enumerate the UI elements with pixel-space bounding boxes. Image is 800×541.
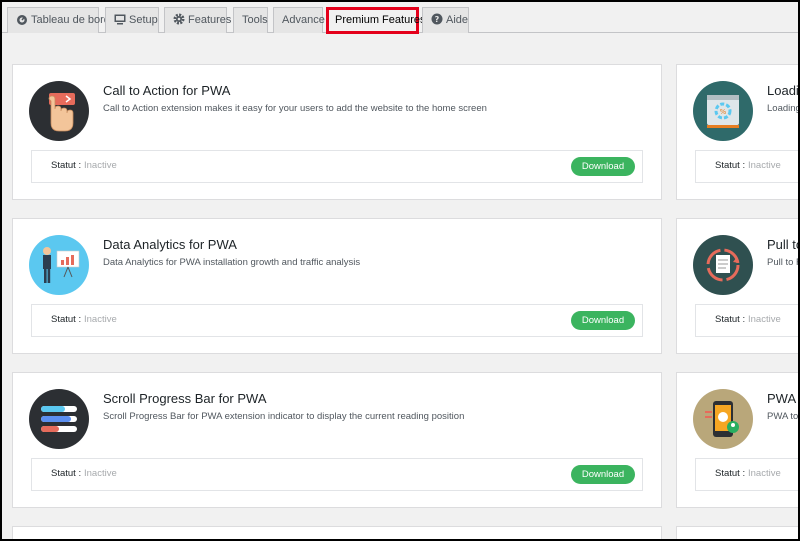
status-label: Statut : — [715, 468, 746, 479]
feature-card-partial — [676, 526, 798, 539]
feature-card-scroll-progress-bar: Scroll Progress Bar for PWA Scroll Progr… — [12, 372, 662, 508]
feature-title: Data Analytics for PWA — [103, 237, 237, 252]
question-icon: ? — [431, 13, 443, 25]
status-bar: Statut : Inactive Download — [31, 304, 643, 337]
download-button[interactable]: Download — [571, 157, 635, 176]
tab-label: Tools — [242, 14, 268, 26]
tab-setup[interactable]: Setup — [105, 7, 159, 33]
svg-text:?: ? — [435, 15, 440, 24]
feature-card-data-analytics: Data Analytics for PWA Data Analytics fo… — [12, 218, 662, 354]
feature-description: Pull to Re — [767, 257, 798, 268]
tab-tableau-de-bord[interactable]: Tableau de bord — [7, 7, 110, 33]
status-bar: Statut : Inactive — [695, 150, 798, 183]
tab-label: Aide — [446, 14, 469, 26]
feature-title: Pull to — [767, 237, 800, 252]
presentation-analytics-icon — [29, 235, 89, 295]
status-bar: Statut : Inactive — [695, 304, 798, 337]
status-label: Statut : — [51, 160, 82, 171]
feature-card-loading: % Loadin Loading Statut : Inactive — [676, 64, 800, 200]
status-label: Statut : — [715, 160, 746, 171]
tab-advance[interactable]: Advance — [273, 7, 325, 33]
feature-description: Loading — [767, 103, 800, 114]
tab-tools[interactable]: Tools — [233, 7, 268, 33]
gear-icon — [173, 13, 185, 25]
feature-card-pull-to-refresh: Pull to Pull to Re Statut : Inactive — [676, 218, 800, 354]
tab-label: Premium Features — [335, 14, 426, 26]
tab-label: Features — [188, 14, 232, 26]
tab-bar: Tableau de bord Setup Features Tools Adv… — [2, 2, 798, 34]
feature-title: Scroll Progress Bar for PWA — [103, 391, 267, 406]
feature-card-pwa-to-app: PWA t PWA to A Statut : Inactive — [676, 372, 800, 508]
feature-title: Call to Action for PWA — [103, 83, 231, 98]
tab-label: Advance — [282, 14, 325, 26]
download-button[interactable]: Download — [571, 311, 635, 330]
phone-app-icon — [693, 389, 753, 449]
tab-label: Setup — [129, 14, 158, 26]
tab-aide[interactable]: ? Aide — [422, 7, 469, 33]
feature-description: Call to Action extension makes it easy f… — [103, 103, 487, 114]
status-value: Inactive — [84, 468, 117, 479]
feature-title: PWA t — [767, 391, 800, 406]
tab-features[interactable]: Features — [164, 7, 231, 33]
pull-to-refresh-icon — [693, 235, 753, 295]
feature-card-call-to-action: Call to Action for PWA Call to Action ex… — [12, 64, 662, 200]
progress-bars-icon — [29, 389, 89, 449]
status-bar: Statut : Inactive Download — [31, 458, 643, 491]
status-value: Inactive — [84, 160, 117, 171]
download-button[interactable]: Download — [571, 465, 635, 484]
status-value: Inactive — [748, 160, 781, 171]
status-label: Statut : — [715, 314, 746, 325]
feature-title: Loadin — [767, 83, 799, 98]
status-value: Inactive — [748, 314, 781, 325]
monitor-icon — [114, 14, 126, 25]
tab-premium-features[interactable]: Premium Features — [326, 7, 425, 34]
feature-description: Scroll Progress Bar for PWA extension in… — [103, 411, 465, 422]
hand-pointer-icon — [29, 81, 89, 141]
loading-screen-icon: % — [693, 81, 753, 141]
status-label: Statut : — [51, 314, 82, 325]
plugin-settings-page: Tableau de bord Setup Features Tools Adv… — [0, 0, 800, 541]
dashboard-icon — [17, 15, 27, 25]
tab-label: Tableau de bord — [31, 14, 110, 26]
feature-description: PWA to A — [767, 411, 799, 422]
status-label: Statut : — [51, 468, 82, 479]
status-bar: Statut : Inactive Download — [31, 150, 643, 183]
status-value: Inactive — [748, 468, 781, 479]
status-bar: Statut : Inactive — [695, 458, 798, 491]
feature-card-partial — [12, 526, 662, 539]
feature-description: Data Analytics for PWA installation grow… — [103, 257, 361, 268]
svg-text:%: % — [720, 108, 727, 116]
status-value: Inactive — [84, 314, 117, 325]
